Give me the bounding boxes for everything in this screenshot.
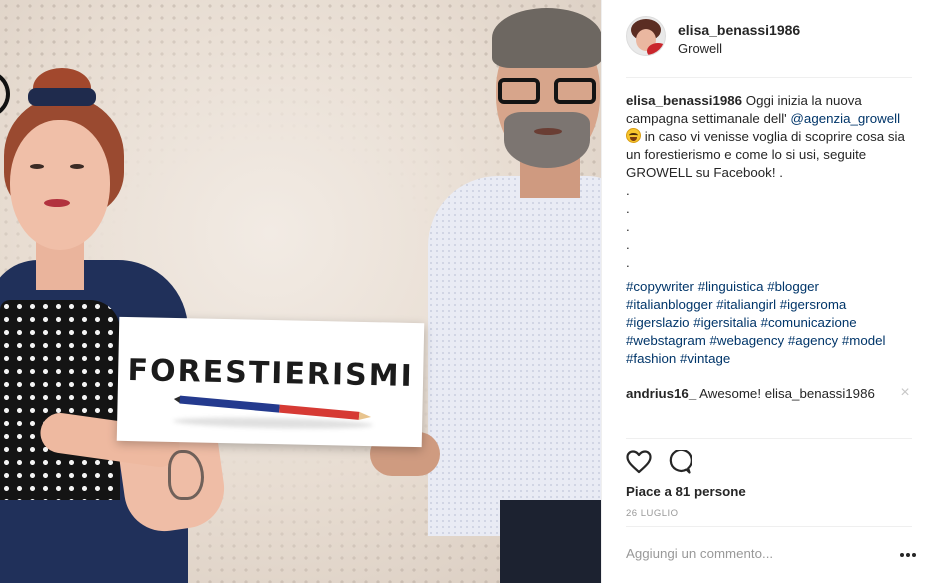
hashtag-link[interactable]: #blogger bbox=[767, 279, 819, 294]
caption-dot-line: . bbox=[626, 183, 630, 198]
avatar[interactable] bbox=[626, 16, 666, 56]
heart-icon[interactable] bbox=[626, 450, 652, 474]
hashtag-link[interactable]: #linguistica bbox=[698, 279, 764, 294]
hashtag-link[interactable]: #agency bbox=[788, 333, 838, 348]
woman-face bbox=[10, 120, 110, 250]
more-options-icon[interactable] bbox=[899, 548, 919, 562]
hashtag-link[interactable]: #comunicazione bbox=[761, 315, 857, 330]
actions-divider bbox=[626, 438, 912, 439]
header-divider bbox=[626, 77, 912, 78]
woman-eye-left bbox=[30, 164, 44, 169]
post-photo[interactable]: FORESTIERISMI bbox=[0, 0, 601, 583]
add-comment-input[interactable]: Aggiungi un commento... bbox=[626, 546, 876, 561]
hashtag-link[interactable]: #igersitalia bbox=[693, 315, 757, 330]
forestierismi-sign: FORESTIERISMI bbox=[116, 316, 425, 448]
hashtag-link[interactable]: #igersroma bbox=[780, 297, 847, 312]
man-shirt bbox=[428, 176, 601, 536]
caption: elisa_benassi1986 Oggi inizia la nuova c… bbox=[626, 92, 916, 368]
polka-dot-top bbox=[0, 300, 120, 500]
comment-username[interactable]: andrius16_ bbox=[626, 386, 696, 401]
post-date: 26 LUGLIO bbox=[626, 508, 679, 519]
post-header: elisa_benassi1986 Growell bbox=[602, 0, 935, 78]
comment-icon[interactable] bbox=[666, 450, 692, 474]
man-beard bbox=[504, 112, 590, 168]
woman-eye-right bbox=[70, 164, 84, 169]
caption-dot-line: . bbox=[626, 201, 630, 216]
comment-divider bbox=[626, 526, 912, 527]
caption-username[interactable]: elisa_benassi1986 bbox=[626, 93, 742, 108]
woman-lips bbox=[44, 199, 70, 207]
man-figure bbox=[370, 0, 601, 583]
header-username[interactable]: elisa_benassi1986 bbox=[678, 22, 800, 38]
hashtag-link[interactable]: #fashion bbox=[626, 351, 676, 366]
post-modal: FORESTIERISMI elisa_benassi1986 Growell … bbox=[0, 0, 935, 583]
hashtag-link[interactable]: #italianblogger bbox=[626, 297, 713, 312]
arm-tattoo bbox=[168, 450, 204, 500]
man-mouth bbox=[534, 128, 562, 135]
caption-dot-line: . bbox=[626, 219, 630, 234]
man-pants bbox=[500, 500, 601, 583]
man-hair bbox=[492, 8, 601, 68]
hashtag-link[interactable]: #igerslazio bbox=[626, 315, 690, 330]
hashtag-link[interactable]: #webagency bbox=[710, 333, 785, 348]
comment-text: Awesome! elisa_benassi1986 bbox=[696, 386, 875, 401]
man-glasses bbox=[498, 78, 596, 106]
caption-dot-line: . bbox=[626, 237, 630, 252]
hashtag-link[interactable]: #copywriter bbox=[626, 279, 694, 294]
hashtag-link[interactable]: #model bbox=[842, 333, 886, 348]
hashtag-link[interactable]: #vintage bbox=[680, 351, 730, 366]
likes-count[interactable]: Piace a 81 persone bbox=[626, 484, 746, 499]
post-sidebar: elisa_benassi1986 Growell elisa_benassi1… bbox=[601, 0, 935, 583]
header-location[interactable]: Growell bbox=[678, 41, 722, 56]
hashtag-list: #copywriter #linguistica #blogger #itali… bbox=[626, 278, 916, 368]
sign-text: FORESTIERISMI bbox=[127, 353, 415, 394]
hashtag-link[interactable]: #italiangirl bbox=[716, 297, 776, 312]
laughing-emoji-icon bbox=[626, 128, 641, 143]
comment-row: andrius16_ Awesome! elisa_benassi1986 × bbox=[626, 385, 912, 402]
caption-dot-line: . bbox=[626, 255, 630, 270]
caption-text-part-2: in caso vi venisse voglia di scoprire co… bbox=[626, 129, 905, 180]
close-icon[interactable]: × bbox=[898, 385, 912, 401]
hashtag-link[interactable]: #webstagram bbox=[626, 333, 706, 348]
mention-link[interactable]: @agenzia_growell bbox=[790, 111, 900, 126]
woman-headband bbox=[28, 88, 96, 106]
